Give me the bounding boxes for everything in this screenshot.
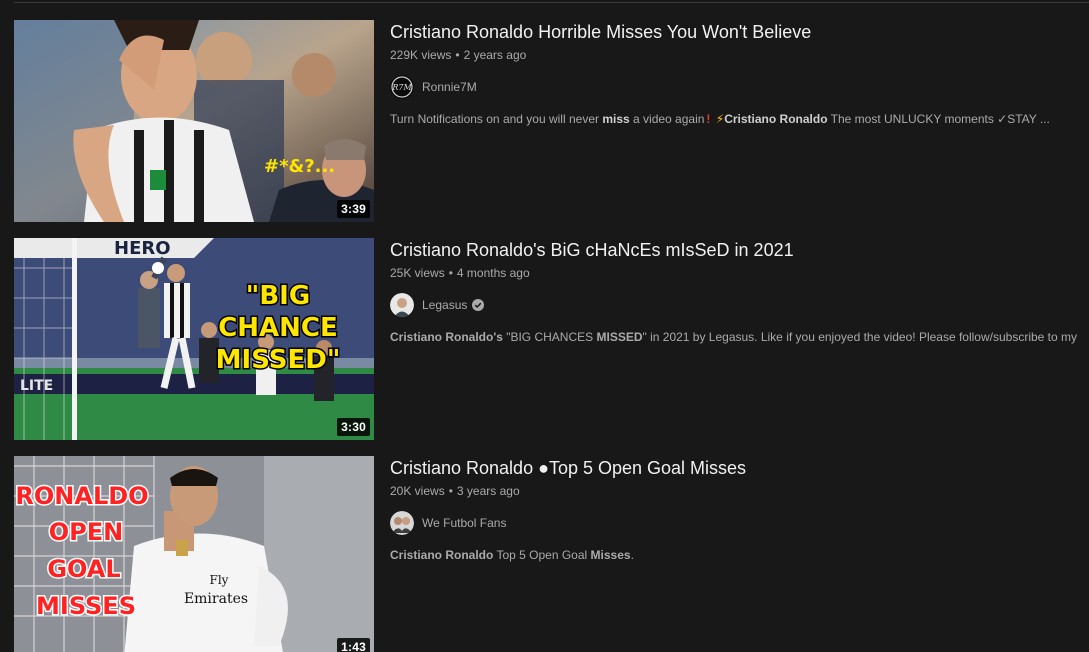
channel-avatar[interactable] [390, 293, 414, 317]
meta-separator: • [455, 48, 460, 62]
video-result[interactable]: HERO LITE "BIG CHANCE MISSED" 3:30 Crist… [14, 238, 1089, 440]
video-description: Cristiano Ronaldo's "BIG CHANCES MISSED"… [390, 328, 1089, 346]
video-result[interactable]: Fly Emirates RONALDO OPEN GOAL MISSES 1:… [14, 456, 1089, 652]
desc-text: " in 2021 by Legasus. Like if you enjoye… [642, 330, 1078, 344]
thumbnail-shirt-text: Fly [210, 573, 229, 587]
thumbnail-image: #*&?... [14, 20, 374, 222]
video-description: Cristiano Ronaldo Top 5 Open Goal Misses… [390, 546, 1089, 564]
thumbnail-shirt-text: Emirates [184, 591, 248, 607]
channel-name[interactable]: Legasus [422, 298, 467, 312]
thumbnail-overlay-line: MISSED" [216, 345, 341, 375]
upload-age: 3 years ago [456, 484, 520, 498]
channel-name[interactable]: We Futbol Fans [422, 516, 506, 530]
meta-separator: • [448, 266, 453, 280]
desc-highlight: MISSED [596, 330, 643, 344]
thumbnail-overlay-line: MISSES [36, 592, 136, 620]
desc-text: . [630, 548, 634, 562]
view-count: 20K views [390, 484, 445, 498]
red-exclamation-icon: ! [706, 112, 711, 126]
lightning-icon: ⚡ [715, 112, 725, 126]
thumbnail-overlay-line: GOAL [47, 555, 120, 583]
video-meta: 25K views • 4 months ago [390, 264, 1089, 282]
video-title[interactable]: Cristiano Ronaldo Horrible Misses You Wo… [390, 19, 1089, 45]
video-thumbnail[interactable]: Fly Emirates RONALDO OPEN GOAL MISSES 1:… [14, 456, 374, 652]
desc-highlight: Cristiano Ronaldo's [390, 330, 503, 344]
view-count: 229K views [390, 48, 452, 62]
verified-badge-icon [472, 299, 485, 311]
thumbnail-overlay-line: RONALDO [15, 482, 148, 510]
desc-highlight: Misses [590, 548, 631, 562]
video-thumbnail[interactable]: HERO LITE "BIG CHANCE MISSED" 3:30 [14, 238, 374, 440]
video-result[interactable]: #*&?... 3:39 Cristiano Ronaldo Horrible … [14, 20, 1089, 222]
video-meta: 20K views • 3 years ago [390, 482, 1089, 500]
channel-avatar[interactable] [390, 511, 414, 535]
desc-text: Turn Notifications on and you will never [390, 112, 603, 126]
svg-text:R7M: R7M [391, 83, 412, 92]
video-title[interactable]: Cristiano Ronaldo ●Top 5 Open Goal Misse… [390, 455, 1089, 481]
duration-badge: 3:30 [337, 418, 370, 436]
upload-age: 2 years ago [463, 48, 527, 62]
desc-highlight: miss [602, 112, 630, 126]
desc-text: The most UNLUCKY moments ✓STAY ... [827, 112, 1050, 126]
thumbnail-banner-text: HERO [114, 238, 171, 259]
channel-avatar-image [390, 293, 414, 317]
desc-text: a video again [629, 112, 705, 126]
video-title[interactable]: Cristiano Ronaldo's BiG cHaNcEs mIsSeD i… [390, 237, 1089, 263]
video-meta: 229K views • 2 years ago [390, 46, 1089, 64]
channel-row[interactable]: Legasus [390, 293, 1089, 317]
duration-badge: 3:39 [337, 200, 370, 218]
view-count: 25K views [390, 266, 445, 280]
top-divider [14, 2, 1089, 3]
meta-separator: • [448, 484, 453, 498]
desc-highlight: Cristiano Ronaldo [724, 112, 828, 126]
upload-age: 4 months ago [456, 266, 530, 280]
thumbnail-image: Fly Emirates RONALDO OPEN GOAL MISSES [14, 456, 374, 652]
channel-avatar-image: R7M [390, 75, 414, 99]
video-description: Turn Notifications on and you will never… [390, 110, 1089, 128]
channel-avatar-image [390, 511, 414, 535]
thumbnail-overlay-line: OPEN [49, 518, 123, 546]
video-thumbnail[interactable]: #*&?... 3:39 [14, 20, 374, 222]
desc-text: Top 5 Open Goal [493, 548, 591, 562]
channel-row[interactable]: R7M Ronnie7M [390, 75, 1089, 99]
thumbnail-ad-text: LITE [20, 378, 53, 394]
thumbnail-overlay-text: #*&?... [264, 156, 335, 177]
desc-highlight: Cristiano Ronaldo [390, 548, 494, 562]
thumbnail-overlay-line: "BIG [246, 281, 310, 311]
channel-row[interactable]: We Futbol Fans [390, 511, 1089, 535]
duration-badge: 1:43 [337, 638, 370, 652]
channel-avatar[interactable]: R7M [390, 75, 414, 99]
thumbnail-image: HERO LITE "BIG CHANCE MISSED" [14, 238, 374, 440]
thumbnail-overlay-line: CHANCE [218, 313, 338, 343]
desc-text: "BIG CHANCES [502, 330, 597, 344]
channel-name[interactable]: Ronnie7M [422, 80, 477, 94]
